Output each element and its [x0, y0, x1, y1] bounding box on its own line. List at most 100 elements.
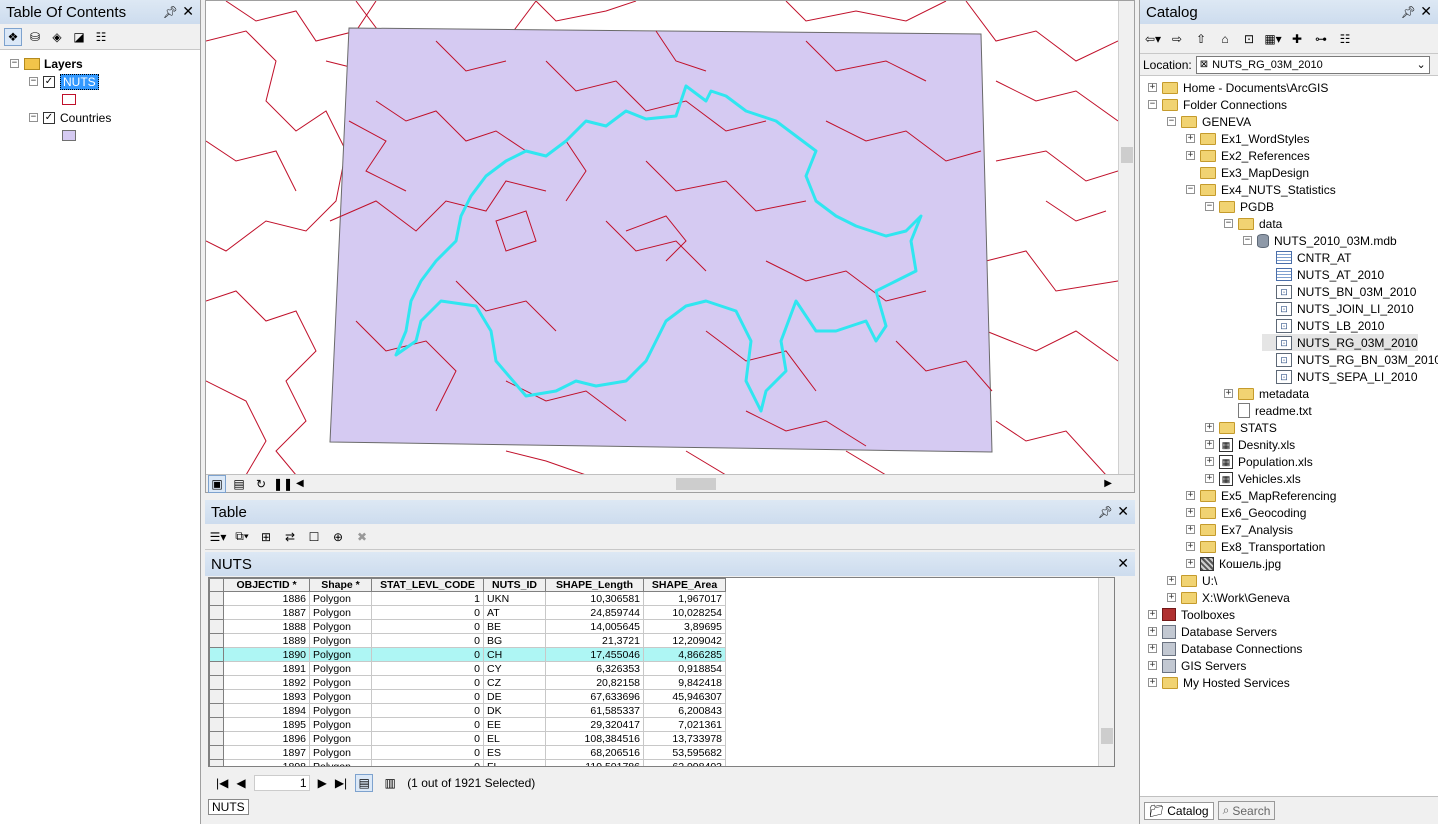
catalog-tree-item[interactable]: − data — [1224, 215, 1282, 232]
close-icon[interactable]: ✕ — [1420, 3, 1432, 20]
options-icon[interactable]: ☷ — [92, 28, 110, 46]
table-cell[interactable]: Polygon — [309, 619, 372, 634]
table-cell[interactable]: Polygon — [309, 759, 372, 766]
home-icon[interactable]: ⌂ — [1216, 30, 1234, 48]
expand-icon[interactable]: + — [1148, 83, 1157, 92]
table-cell[interactable]: 12,209042 — [643, 633, 726, 648]
table-cell[interactable]: 1887 — [223, 605, 310, 620]
catalog-tree-item[interactable]: + ▦ Population.xls — [1205, 453, 1313, 470]
catalog-tree-item[interactable]: readme.txt — [1224, 402, 1312, 419]
row-selector[interactable] — [209, 619, 224, 634]
catalog-tree-item[interactable]: NUTS_AT_2010 — [1262, 266, 1384, 283]
scroll-right-icon[interactable]: ▶ — [1104, 478, 1112, 489]
list-by-source-icon[interactable]: ⛁ — [26, 28, 44, 46]
map-vertical-scrollbar[interactable] — [1118, 1, 1134, 475]
search-tab[interactable]: ⌕ Search — [1217, 801, 1276, 820]
table-cell[interactable]: 0 — [371, 689, 484, 704]
table-cell[interactable]: 1893 — [223, 689, 310, 704]
connect-folder-icon[interactable]: ⊡ — [1240, 30, 1258, 48]
table-cell[interactable]: 7,021361 — [643, 717, 726, 732]
layer-nuts[interactable]: − ✓ NUTS — [29, 73, 99, 90]
table-cell[interactable]: 3,89695 — [643, 619, 726, 634]
table-row[interactable]: 1893 Polygon 0 DE 67,633696 45,946307 — [209, 689, 726, 704]
expand-icon[interactable]: + — [1205, 440, 1214, 449]
first-record-icon[interactable]: |◀ — [216, 776, 228, 790]
table-cell[interactable]: Polygon — [309, 675, 372, 690]
visibility-checkbox[interactable]: ✓ — [43, 75, 55, 88]
pause-drawing-icon[interactable]: ❚❚ — [273, 475, 293, 493]
table-row[interactable]: 1889 Polygon 0 BG 21,3721 12,209042 — [209, 633, 726, 648]
show-all-records-icon[interactable]: ▤ — [355, 774, 374, 792]
table-cell[interactable]: 0 — [371, 731, 484, 746]
row-selector[interactable] — [209, 605, 224, 620]
options-icon[interactable]: ☷ — [1336, 30, 1354, 48]
table-cell[interactable]: 62,998403 — [643, 759, 726, 766]
table-cell[interactable]: 61,585337 — [545, 703, 644, 718]
catalog-tree-item[interactable]: + Database Connections — [1148, 640, 1302, 657]
catalog-tree-item[interactable]: + Database Servers — [1148, 623, 1277, 640]
row-selector[interactable] — [209, 759, 224, 766]
table-vertical-scrollbar[interactable] — [1098, 578, 1114, 766]
table-cell[interactable]: 53,595682 — [643, 745, 726, 760]
table-cell[interactable]: UKN — [483, 591, 546, 606]
expand-icon[interactable]: + — [1186, 542, 1195, 551]
location-combobox[interactable]: ⊠ NUTS_RG_03M_2010 ⌄ — [1195, 55, 1430, 74]
catalog-tree-item[interactable]: + GIS Servers — [1148, 657, 1246, 674]
catalog-tree-item[interactable]: + Home - Documents\ArcGIS — [1148, 79, 1328, 96]
table-cell[interactable]: Polygon — [309, 633, 372, 648]
expand-icon[interactable]: + — [1167, 576, 1176, 585]
catalog-tree-item[interactable]: + Ex1_WordStyles — [1186, 130, 1309, 147]
table-cell[interactable]: 0 — [371, 745, 484, 760]
back-icon[interactable]: ⇦▾ — [1144, 30, 1162, 48]
table-cell[interactable]: 1894 — [223, 703, 310, 718]
row-selector[interactable] — [209, 717, 224, 732]
catalog-tree-item[interactable]: − NUTS_2010_03M.mdb — [1243, 232, 1397, 249]
table-cell[interactable]: 24,859744 — [545, 605, 644, 620]
map-view[interactable] — [205, 0, 1135, 493]
table-cell[interactable]: 6,326353 — [545, 661, 644, 676]
row-selector[interactable] — [209, 703, 224, 718]
table-row[interactable]: 1888 Polygon 0 BE 14,005645 3,89695 — [209, 619, 726, 634]
visibility-checkbox[interactable]: ✓ — [43, 111, 55, 124]
layer-nuts-label[interactable]: NUTS — [60, 73, 99, 90]
table-row[interactable]: 1892 Polygon 0 CZ 20,82158 9,842418 — [209, 675, 726, 690]
column-header[interactable]: NUTS_ID — [483, 578, 546, 592]
table-cell[interactable]: 0 — [371, 633, 484, 648]
table-layer-tab[interactable]: NUTS ✕ — [205, 552, 1135, 576]
related-tables-icon[interactable]: ⧉▾ — [233, 528, 251, 546]
table-cell[interactable]: EE — [483, 717, 546, 732]
expand-icon[interactable]: + — [1205, 474, 1214, 483]
table-cell[interactable]: 67,633696 — [545, 689, 644, 704]
table-cell[interactable]: 0 — [371, 675, 484, 690]
table-cell[interactable]: 6,200843 — [643, 703, 726, 718]
list-by-visibility-icon[interactable]: ◈ — [48, 28, 66, 46]
map-horizontal-scroll-thumb[interactable] — [676, 478, 716, 490]
catalog-tree-item[interactable]: + Ex6_Geocoding — [1186, 504, 1306, 521]
countries-symbol-swatch[interactable] — [62, 130, 76, 141]
scroll-thumb[interactable] — [1121, 147, 1133, 163]
list-by-drawing-order-icon[interactable]: ❖ — [4, 27, 22, 46]
pin-icon[interactable]: 📌︎ — [163, 5, 178, 19]
table-cell[interactable]: 1888 — [223, 619, 310, 634]
table-cell[interactable]: 20,82158 — [545, 675, 644, 690]
clear-selection-icon[interactable]: ☐ — [305, 528, 323, 546]
row-selector[interactable] — [209, 633, 224, 648]
table-cell[interactable]: EL — [483, 731, 546, 746]
table-cell[interactable]: BE — [483, 619, 546, 634]
view-options-icon[interactable]: ▦▾ — [1264, 30, 1282, 48]
expand-icon[interactable]: + — [1186, 525, 1195, 534]
table-cell[interactable]: Polygon — [309, 745, 372, 760]
expand-icon[interactable]: + — [1148, 644, 1157, 653]
column-header[interactable]: SHAPE_Area — [643, 578, 726, 592]
expand-icon[interactable]: + — [1186, 508, 1195, 517]
table-cell[interactable]: 14,005645 — [545, 619, 644, 634]
catalog-tree-item[interactable]: + My Hosted Services — [1148, 674, 1290, 691]
tree-toggle-icon[interactable]: ⊶ — [1312, 30, 1330, 48]
attribute-table[interactable]: OBJECTID * Shape * STAT_LEVL_CODE NUTS_ID SH… — [208, 577, 1115, 767]
expand-icon[interactable]: + — [1205, 423, 1214, 432]
catalog-tree-item[interactable]: − Ex4_NUTS_Statistics — [1186, 181, 1336, 198]
table-row[interactable]: 1895 Polygon 0 EE 29,320417 7,021361 — [209, 717, 726, 732]
table-cell[interactable]: 1,967017 — [643, 591, 726, 606]
collapse-icon[interactable]: − — [29, 113, 38, 122]
table-cell[interactable]: 1 — [371, 591, 484, 606]
